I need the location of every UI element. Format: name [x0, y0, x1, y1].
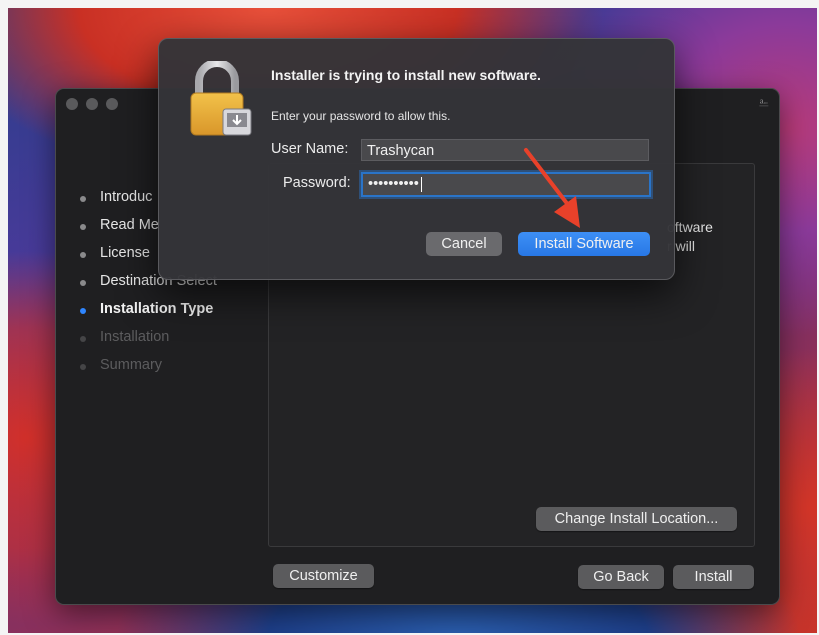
step-dot-icon	[80, 196, 86, 202]
titlebar-lock-icon: ⎁	[758, 94, 769, 109]
username-field[interactable]: Trashycan	[361, 139, 649, 161]
dialog-title: Installer is trying to install new softw…	[271, 67, 541, 83]
step-dot-icon	[80, 280, 86, 286]
install-button[interactable]: Install	[673, 565, 754, 589]
password-mask: ••••••••••	[368, 176, 419, 192]
lock-icon	[190, 61, 252, 136]
minimize-window-button[interactable]	[86, 98, 98, 110]
dialog-message: Enter your password to allow this.	[271, 109, 451, 123]
step-dot-icon	[80, 308, 86, 314]
customize-button[interactable]: Customize	[273, 564, 374, 588]
desktop-wallpaper: ⎁ Introduc Read Me License Destination S…	[8, 8, 817, 633]
step-dot-icon	[80, 336, 86, 342]
go-back-button[interactable]: Go Back	[578, 565, 664, 589]
password-label: Password:	[283, 175, 351, 191]
change-install-location-button[interactable]: Change Install Location...	[536, 507, 737, 531]
step-dot-icon	[80, 224, 86, 230]
username-label: User Name:	[271, 141, 349, 157]
close-window-button[interactable]	[66, 98, 78, 110]
step-dot-icon	[80, 252, 86, 258]
zoom-window-button[interactable]	[106, 98, 118, 110]
password-field[interactable]: ••••••••••	[361, 172, 651, 197]
red-arrow-icon	[524, 148, 580, 228]
step-dot-icon	[80, 364, 86, 370]
text-caret	[420, 176, 422, 192]
cancel-button[interactable]: Cancel	[426, 232, 502, 256]
